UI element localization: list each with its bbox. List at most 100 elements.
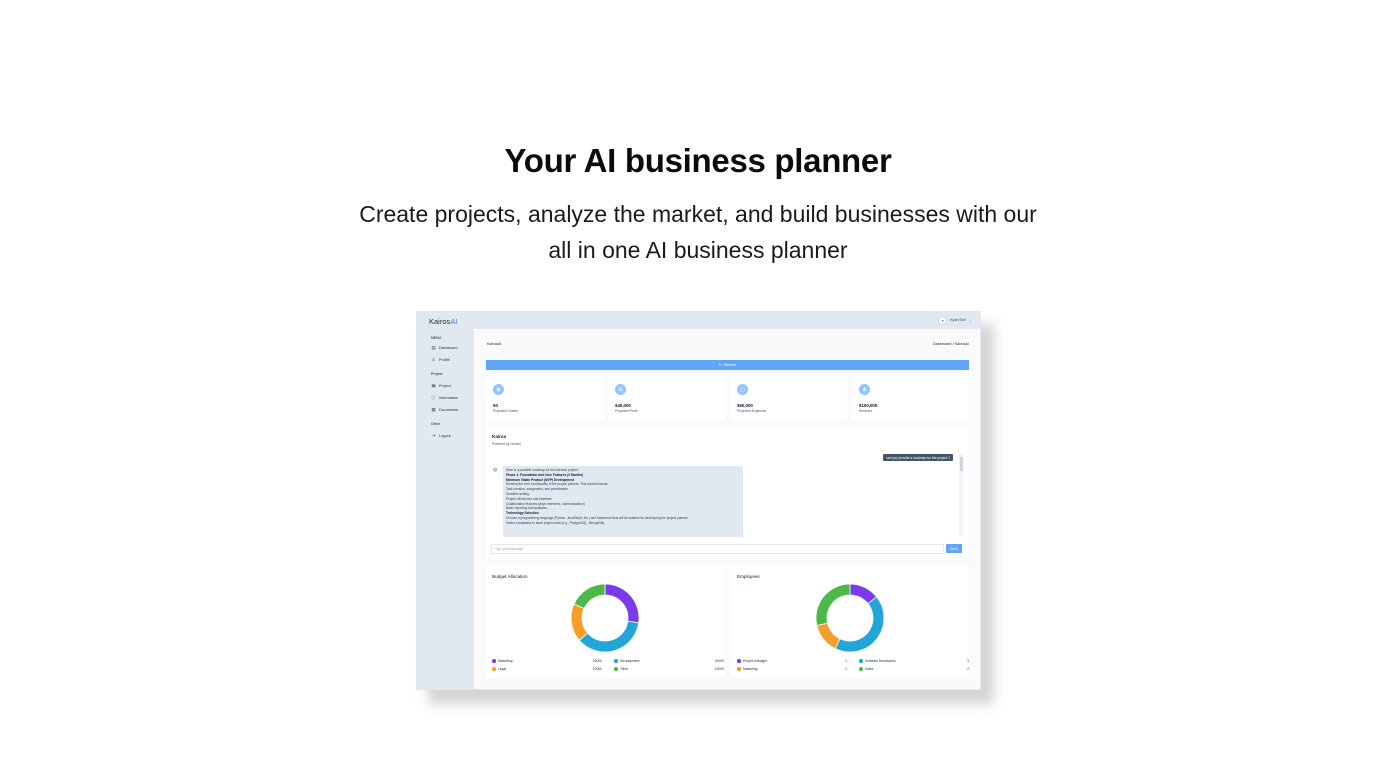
project-icon: ▣ [431,382,436,388]
dashboard-icon: ▤ [431,344,436,350]
chat-panel: Kairos Powered by Gemini can you provide… [486,427,969,560]
legend-label: Project manager [743,659,768,663]
legend-value: 1 [845,667,847,671]
stat-label: Revenue [859,409,873,413]
legend-dot [492,667,496,671]
stat-card-projected-expenses: ▢ $60,000 Projected Expenses [730,376,847,421]
legend-dot [859,667,863,671]
sidebar-item-logout[interactable]: ⇥ Logout [431,433,451,438]
hero-subtitle: Create projects, analyze the market, and… [298,196,1098,268]
legend-value: 20000 [714,659,724,663]
legend-label: Development [620,659,640,663]
refresh-button[interactable]: ↻ Refresh [486,360,969,370]
legend-value: 1 [845,659,847,663]
logout-icon: ⇥ [431,432,436,438]
eye-icon: ◉ [493,384,504,395]
sidebar-item-label: Logout [439,433,451,438]
sidebar-item-dashboard[interactable]: ▤ Dashboard [431,344,457,350]
legend-value: 15000 [592,659,602,663]
stat-label: Projected Profit [615,409,638,413]
stat-value: $100,000 [859,403,878,408]
stat-card-revenue: ♟ $100,000 Revenue [852,376,969,421]
user-name: Kyan Dell [950,318,966,322]
stat-value: $40,000 [615,403,631,408]
legend-item: Sales 2 [859,667,969,671]
legend-item: Marketing 1 [737,667,847,671]
legend-label: Other [620,667,629,671]
chat-title: Kairos [492,434,507,439]
sidebar-item-profile[interactable]: ♙ Profile [431,356,450,362]
refresh-icon: ↻ [718,363,722,367]
budget-donut-chart [570,583,640,653]
stat-label: Projected Expenses [737,409,767,413]
main-content: KairosAI Dashboard / KairosAI ↻ Refresh … [474,329,980,689]
donut-slice-marketing[interactable] [604,583,640,624]
chat-scrollbar[interactable] [959,454,963,536]
sidebar-item-label: Information [439,395,458,400]
legend-label: Sales [865,667,874,671]
chat-input[interactable]: Type your message... [491,544,944,554]
stat-value: $60,000 [737,403,753,408]
legend-value: 10000 [714,667,724,671]
stat-label: Projected Clients [493,409,518,413]
user-avatar-icon: ● [938,315,948,325]
legend-item: Development 20000 [614,659,724,663]
hero-subtitle-line-1: Create projects, analyze the market, and… [359,201,1037,227]
chevron-down-icon: ⌄ [968,317,972,323]
legend-value: 10000 [592,667,602,671]
logo-text: Kairos [429,317,451,326]
cart-icon: ⊞ [615,384,626,395]
donut-slice-software-developers[interactable] [834,596,885,653]
legend-label: Marketing [498,659,513,663]
user-message: can you provide a roadmap for the projec… [883,454,953,461]
sidebar-item-documents[interactable]: ▦ Documents [431,407,458,412]
send-button[interactable]: Send [946,544,962,553]
users-icon: ♟ [859,384,870,395]
employees-card: Employees Project manager 1 Software Devel… [731,566,969,677]
bot-icon: ◎ [493,467,498,473]
budget-allocation-card: Budget Allocation Marketing 15000 Developm… [486,566,724,677]
sidebar-item-information[interactable]: ⓘ Information [431,395,458,400]
user-icon: ♙ [431,356,436,362]
sidebar-section-project: Project [431,372,443,376]
stat-value: 50 [493,403,498,408]
legend-label: Software Developers [865,659,896,663]
bot-message-line: Select a database to store project data … [506,520,605,525]
stat-card-projected-clients: ◉ 50 Projected Clients [486,376,603,421]
sidebar-item-label: Profile [439,357,450,362]
sidebar: MENU ▤ Dashboard ♙ Profile Project ▣ Pro… [417,329,474,689]
employees-title: Employees [737,574,760,579]
legend-item: Other 10000 [614,667,724,671]
legend-dot [492,659,496,663]
page-title: KairosAI [487,342,502,346]
donut-slice-sales[interactable] [815,583,851,627]
info-icon: ⓘ [431,394,436,400]
legend-item: Legal 10000 [492,667,602,671]
legend-item: Project manager 1 [737,659,847,663]
hero-subtitle-line-2: all in one AI business planner [548,237,848,263]
chat-powered-by: Powered by Gemini [492,442,521,446]
legend-value: 2 [967,667,969,671]
logo-ai-text: AI [450,317,458,326]
app-logo[interactable]: KairosAI [429,317,457,326]
user-menu[interactable]: ● Kyan Dell ⌄ [938,315,972,325]
sidebar-item-label: Project [439,383,451,388]
legend-dot [614,659,618,663]
sidebar-section-other: Other [431,422,441,426]
donut-slice-development[interactable] [578,620,640,653]
refresh-button-label: Refresh [723,363,737,367]
sidebar-item-project[interactable]: ▣ Project [431,382,451,388]
legend-dot [859,659,863,663]
legend-item: Software Developers 3 [859,659,969,663]
sidebar-section-menu: MENU [431,336,441,340]
legend-value: 3 [967,659,969,663]
donut-slice-marketing[interactable] [816,622,841,650]
legend-label: Legal [498,667,507,671]
donut-slice-legal[interactable] [570,603,589,641]
sidebar-item-label: Documents [439,407,459,412]
hero-title: Your AI business planner [504,142,892,179]
bag-icon: ▢ [737,384,748,395]
scroll-thumb[interactable] [959,457,963,471]
donut-slice-other[interactable] [573,583,606,609]
budget-title: Budget Allocation [492,574,528,579]
